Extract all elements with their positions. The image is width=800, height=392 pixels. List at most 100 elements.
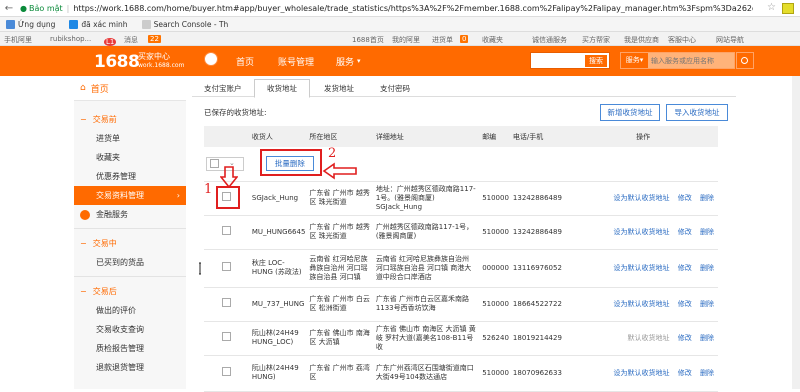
tab-pay-password[interactable]: 支付密码 xyxy=(380,83,410,94)
mobile-ali-link[interactable]: 手机阿里 xyxy=(4,35,32,45)
annotation-box-checkbox xyxy=(216,186,240,209)
edit-link[interactable]: 修改 xyxy=(678,369,692,377)
cell-receiver: 秋庄 LOC-HUNG (苏政法) xyxy=(249,249,308,288)
set-default-link[interactable]: 设为默认收货地址 xyxy=(614,264,670,272)
logo-1688[interactable]: 1688 xyxy=(94,52,140,72)
sidebar-group-before[interactable]: − 交易前 xyxy=(74,109,186,129)
set-default-link[interactable]: 设为默认收货地址 xyxy=(614,300,670,308)
toplink-service[interactable]: 客服中心 xyxy=(668,35,696,45)
user-name[interactable]: rubikshop... xyxy=(50,35,91,43)
bookmark-label: Search Console - Th xyxy=(153,19,229,29)
search-type-select[interactable]: 服务▾ xyxy=(621,53,648,68)
cell-region: 广东省 佛山市 南海区 大沥镇 xyxy=(307,321,374,356)
select-all-checkbox[interactable] xyxy=(210,159,219,168)
toplink-home[interactable]: 1688首页 xyxy=(352,35,384,45)
cell-zip: 510000 xyxy=(480,215,511,250)
delete-link[interactable]: 删除 xyxy=(700,369,714,377)
sidebar-item-finance[interactable]: 金融服务 xyxy=(74,205,186,224)
nav-account[interactable]: 账号管理 xyxy=(278,55,314,68)
delete-link[interactable]: 删除 xyxy=(700,264,714,272)
sidebar-group-after[interactable]: − 交易后 xyxy=(74,281,186,301)
page-scrollbar[interactable] xyxy=(792,76,800,389)
col-zip: 邮编 xyxy=(480,126,511,147)
delete-link[interactable]: 删除 xyxy=(700,194,714,202)
row-checkbox[interactable] xyxy=(222,367,231,376)
cell-address: 广东省 广州市白云区嘉禾南路1133号西香坊饮海 xyxy=(373,287,481,322)
row-check-cell xyxy=(204,321,250,356)
search-input[interactable] xyxy=(648,53,734,68)
url-text[interactable]: https://work.1688.com/home/buyer.htm#app… xyxy=(73,4,753,13)
col-actions: 操作 xyxy=(592,126,718,147)
search-icon xyxy=(741,57,748,64)
search-button[interactable] xyxy=(736,52,754,69)
sidebar-item-favorites[interactable]: 收藏夹 xyxy=(74,148,186,167)
edit-link[interactable]: 修改 xyxy=(678,334,692,342)
translate-icon xyxy=(69,19,79,29)
sidebar-item-inspection[interactable]: 质检报告管理 xyxy=(74,339,186,358)
cell-phone: 18070962633 xyxy=(510,355,593,392)
nav-service[interactable]: 服务 xyxy=(336,55,354,68)
toplink-cart[interactable]: 进货单 xyxy=(432,35,453,45)
bookmark-verified[interactable]: đã xác minh xyxy=(69,19,128,29)
logo-url: work.1688.com xyxy=(138,62,185,69)
edit-link[interactable]: 修改 xyxy=(678,300,692,308)
sidebar-home[interactable]: ⌂ 首页 xyxy=(74,76,186,101)
extension-icon[interactable] xyxy=(782,3,794,14)
cart-count: 0 xyxy=(460,35,469,43)
cell-address: 地址：广州越秀区德政南路117-1号。(雅景阁商厦) SGJack_Hung xyxy=(373,181,481,216)
default-address-label: 默认收货地址 xyxy=(627,333,670,342)
messages-link[interactable]: 消息 xyxy=(124,35,138,45)
edit-link[interactable]: 修改 xyxy=(678,264,692,272)
toplink-chengxin[interactable]: 诚信通服务 xyxy=(532,35,567,45)
edit-link[interactable]: 修改 xyxy=(678,228,692,236)
row-checkbox[interactable] xyxy=(222,332,231,341)
cell-actions: 设为默认收货地址 修改 删除 xyxy=(592,181,718,216)
mini-search-button[interactable]: 搜索 xyxy=(585,55,607,67)
sidebar-item-income[interactable]: 交易收支查询 xyxy=(74,320,186,339)
sidebar-item-cart[interactable]: 进货单 xyxy=(74,129,186,148)
group-title: 交易后 xyxy=(92,286,117,296)
edit-link[interactable]: 修改 xyxy=(678,194,692,202)
address-bar: ← ● Bảo mật | https://work.1688.com/home… xyxy=(0,0,800,17)
bookmark-search-console[interactable]: Search Console - Th xyxy=(141,19,229,29)
minus-icon: − xyxy=(80,114,87,124)
col-phone: 电话/手机 xyxy=(510,126,593,147)
lock-icon: ● xyxy=(20,3,27,13)
toplink-supplier[interactable]: 我是供应商 xyxy=(624,35,659,45)
sidebar-item-label: 金融服务 xyxy=(96,210,128,219)
sidebar-item-trade-data[interactable]: 交易资料管理 › xyxy=(74,186,186,205)
add-address-button[interactable]: 新增收货地址 xyxy=(600,104,660,121)
tab-sender-address[interactable]: 发货地址 xyxy=(324,83,354,94)
sidebar-item-coupons[interactable]: 优惠券管理 xyxy=(74,167,186,186)
row-checkbox[interactable] xyxy=(222,298,231,307)
toplink-sitemap[interactable]: 网站导航 xyxy=(716,35,744,45)
row-checkbox[interactable] xyxy=(222,226,231,235)
annotation-arrow-left-icon xyxy=(322,162,357,180)
sidebar-item-purchased[interactable]: 已买到的货品 xyxy=(74,253,186,272)
sidebar-group-during[interactable]: − 交易中 xyxy=(74,233,186,253)
nav-home[interactable]: 首页 xyxy=(236,55,254,68)
tab-shipping-address[interactable]: 收货地址 xyxy=(254,79,310,98)
tab-alipay[interactable]: 支付宝账户 xyxy=(204,83,242,94)
header-blank xyxy=(204,126,250,147)
group-title: 交易中 xyxy=(92,238,117,248)
star-icon[interactable]: ☆ xyxy=(767,2,776,13)
set-default-link[interactable]: 设为默认收货地址 xyxy=(614,369,670,377)
delete-link[interactable]: 删除 xyxy=(700,334,714,342)
import-address-button[interactable]: 导入收货地址 xyxy=(666,104,728,121)
logo-subtitle: 买家中心 work.1688.com xyxy=(138,52,184,70)
set-default-link[interactable]: 设为默认收货地址 xyxy=(614,194,670,202)
bookmark-apps[interactable]: Ứng dụng xyxy=(6,19,55,29)
toplink-my-ali[interactable]: 我的阿里 xyxy=(392,35,420,45)
delete-link[interactable]: 删除 xyxy=(700,228,714,236)
set-default-link[interactable]: 设为默认收货地址 xyxy=(614,228,670,236)
sidebar-item-reviews[interactable]: 做出的评价 xyxy=(74,301,186,320)
row-checkbox[interactable] xyxy=(222,262,231,271)
bookmark-label: đã xác minh xyxy=(81,19,128,29)
toplink-favorites[interactable]: 收藏夹 xyxy=(482,35,503,45)
toplink-buyer[interactable]: 买方帮家 xyxy=(582,35,610,45)
table-row: MU_HUNG6645 广东省 广州市 越秀区 珠光街道 广州越秀区德政南路11… xyxy=(204,215,718,250)
delete-link[interactable]: 删除 xyxy=(700,300,714,308)
back-icon[interactable]: ← xyxy=(0,3,18,14)
sidebar-item-refunds[interactable]: 退款退货管理 xyxy=(74,358,186,377)
